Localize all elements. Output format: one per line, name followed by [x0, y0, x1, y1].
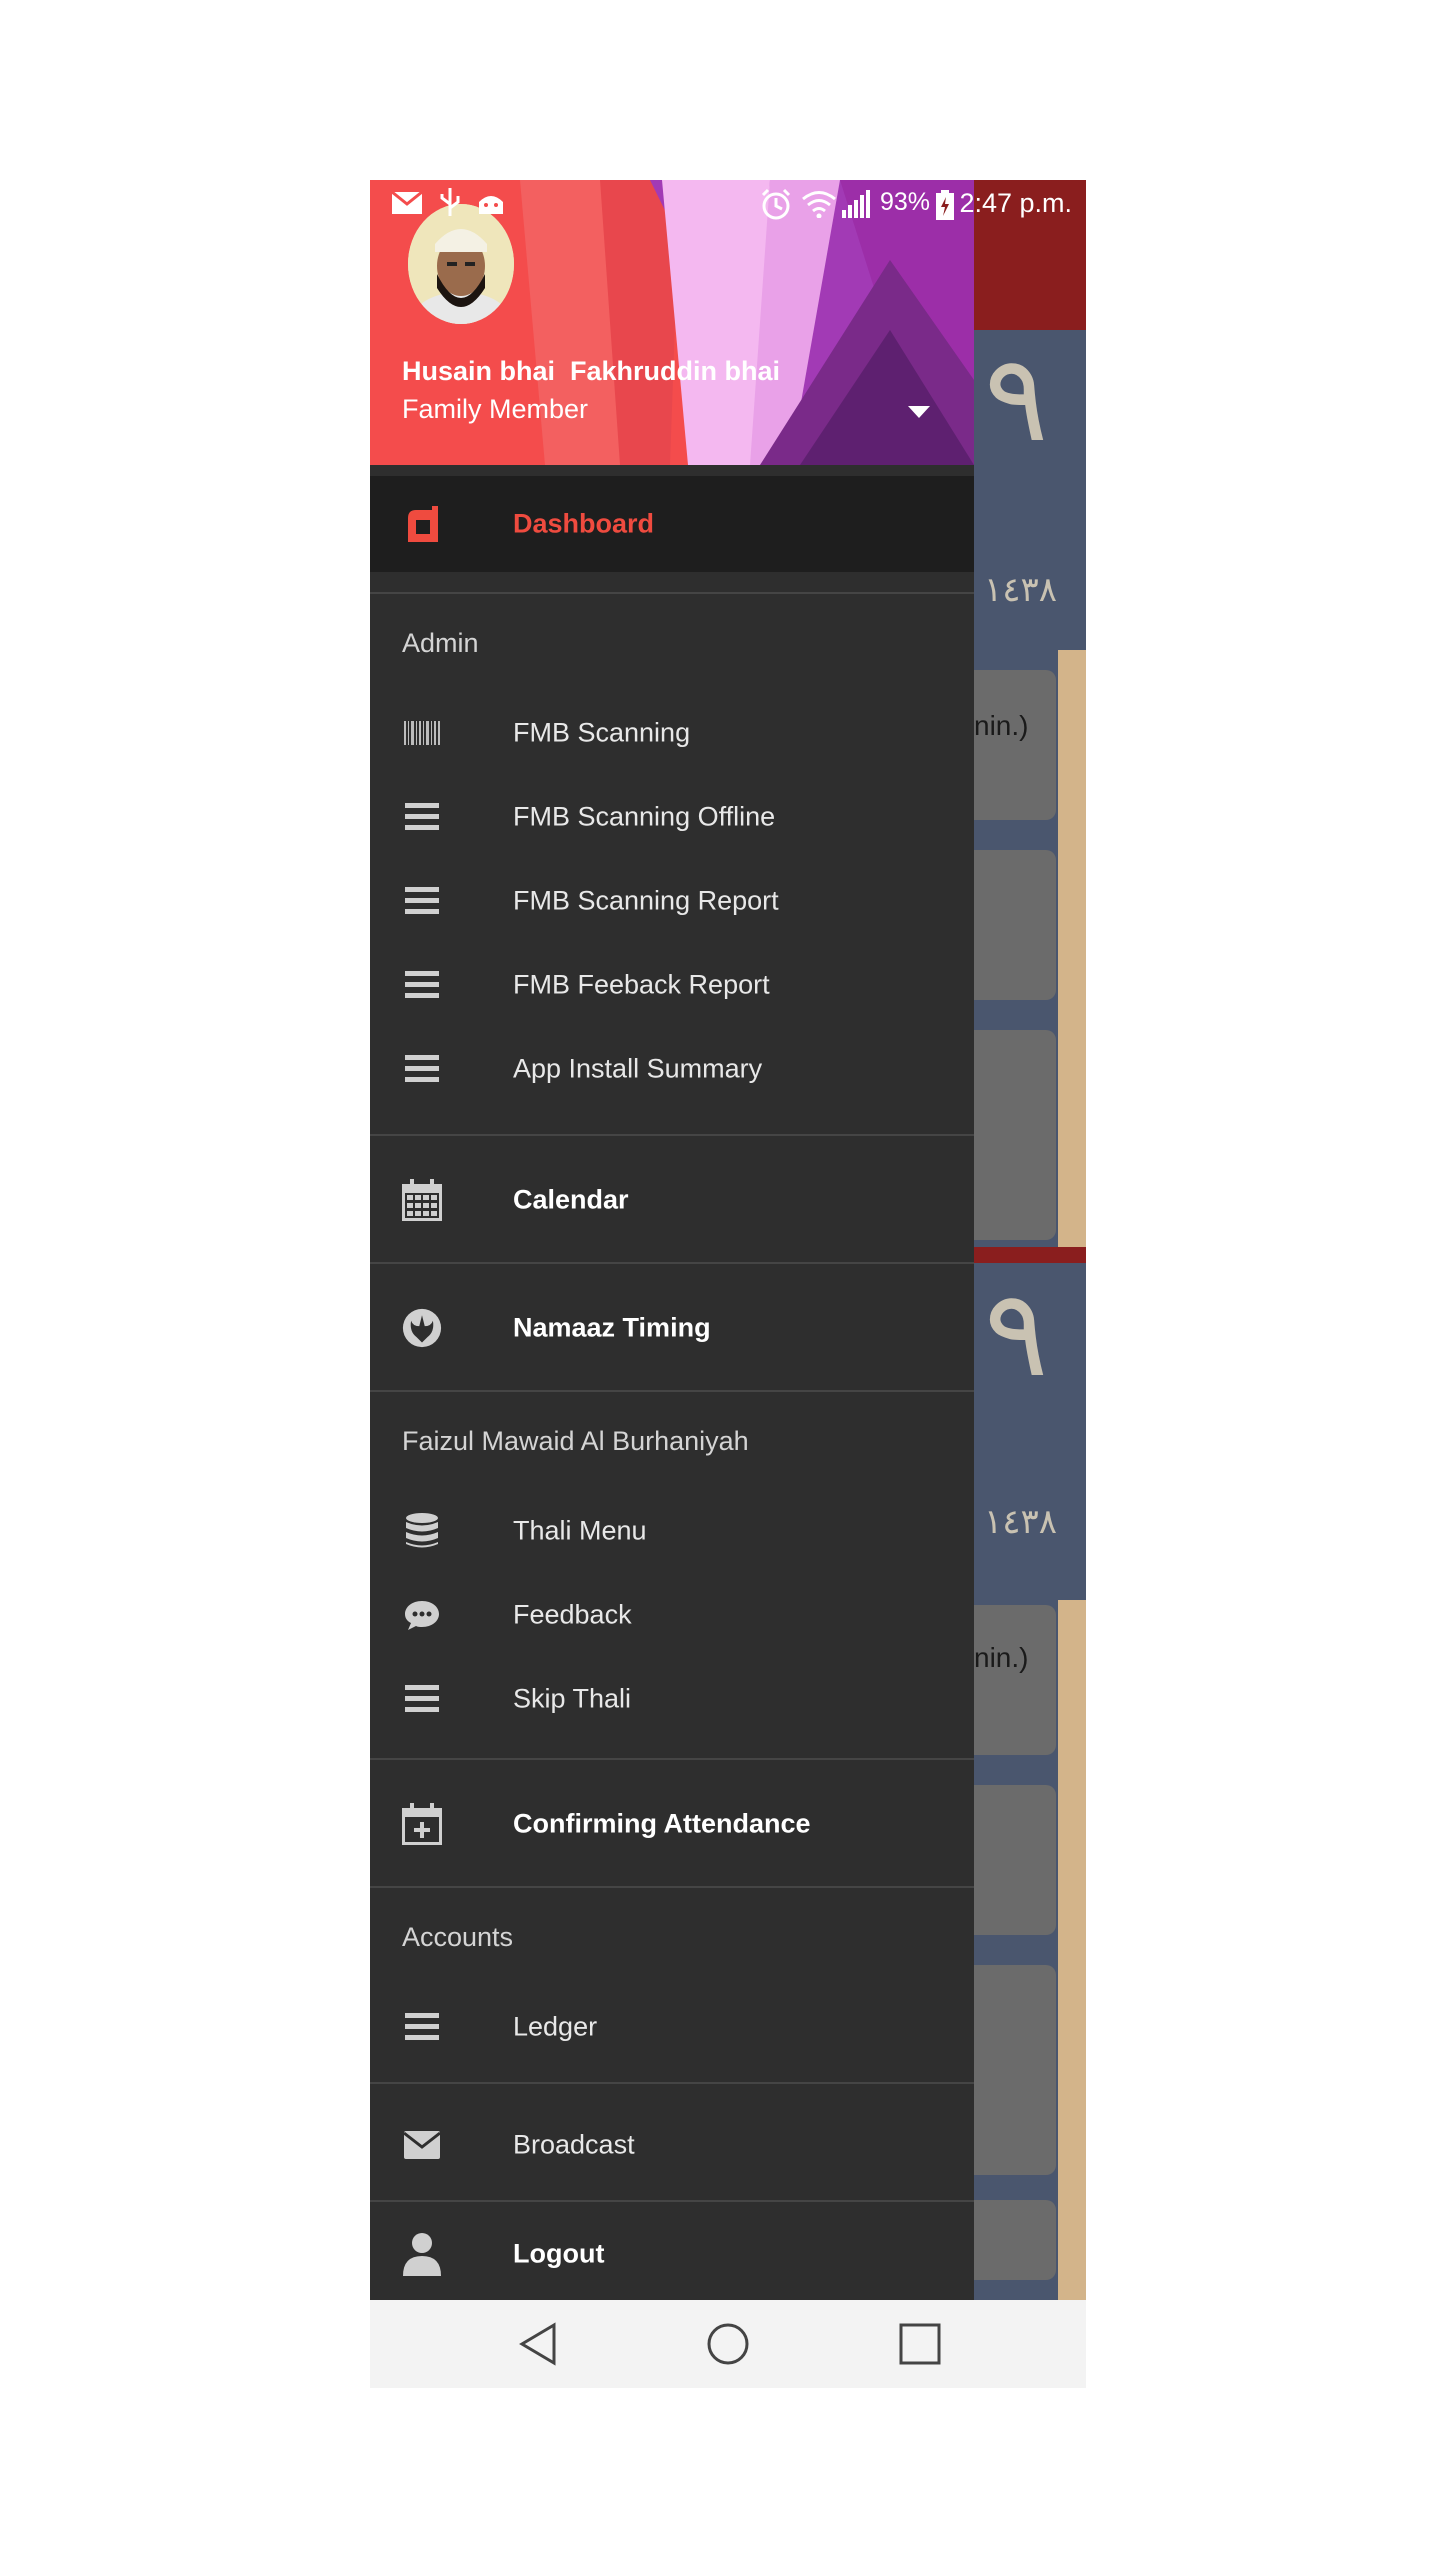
menu-item-confirming-attendance[interactable]: Confirming Attendance: [370, 1766, 974, 1882]
system-navigation-bar: [370, 2300, 1086, 2388]
background-separator: [974, 1247, 1086, 1263]
calendar-plus-icon: [402, 1803, 442, 1845]
phone-screen: ٩ ١٤٣٨ nin.) ٩ ١٤٣٨ nin.) Husain bhai Fa…: [370, 180, 1086, 2388]
background-year-text: ١٤٣٨: [984, 1502, 1058, 1542]
hamburger-list-icon: [402, 965, 442, 1005]
menu-item-label: Namaaz Timing: [513, 1312, 711, 1343]
rebel-alliance-icon: [402, 1308, 442, 1348]
envelope-icon: [402, 2125, 442, 2165]
menu-item-label: Confirming Attendance: [513, 1808, 811, 1839]
battery-percentage: 93%: [880, 188, 931, 216]
menu-item-app-install-summary[interactable]: App Install Summary: [370, 1027, 974, 1111]
alarm-icon: [761, 188, 791, 220]
divider: [370, 1134, 974, 1136]
menu-item-label: Thali Menu: [513, 1515, 647, 1546]
back-icon[interactable]: [518, 2322, 558, 2366]
hamburger-list-icon: [402, 797, 442, 837]
hamburger-list-icon: [402, 881, 442, 921]
divider: [370, 2082, 974, 2084]
divider: [370, 1886, 974, 1888]
menu-item-fmb-scanning[interactable]: FMB Scanning: [370, 691, 974, 775]
background-card: [974, 1030, 1056, 1240]
dashboard-logo-icon: [402, 504, 442, 544]
background-card: [974, 670, 1056, 820]
section-header-admin: Admin: [402, 628, 479, 658]
menu-item-feedback[interactable]: Feedback: [370, 1573, 974, 1657]
divider: [370, 1758, 974, 1760]
menu-item-namaaz-timing[interactable]: Namaaz Timing: [370, 1270, 974, 1386]
background-card: [974, 850, 1056, 1000]
clock: 2:47 p.m.: [959, 188, 1072, 218]
menu-item-skip-thali[interactable]: Skip Thali: [370, 1657, 974, 1741]
database-stack-icon: [402, 1511, 442, 1551]
menu-item-label: FMB Scanning: [513, 717, 691, 748]
divider: [370, 1262, 974, 1264]
signal-strength-icon: [842, 190, 870, 218]
menu-item-label: Logout: [513, 2238, 605, 2269]
menu-item-label: Broadcast: [513, 2129, 635, 2160]
menu-item-ledger[interactable]: Ledger: [370, 1985, 974, 2069]
user-icon: [402, 2233, 442, 2276]
hamburger-list-icon: [402, 2007, 442, 2047]
background-hijri-glyph: ٩: [984, 330, 1049, 469]
menu-item-dashboard[interactable]: Dashboard: [370, 476, 974, 572]
hamburger-list-icon: [402, 1049, 442, 1089]
menu-item-logout[interactable]: Logout: [370, 2208, 974, 2300]
user-name: Husain bhai Fakhruddin bhai: [402, 356, 781, 386]
section-header-faizul-mawaid: Faizul Mawaid Al Burhaniyah: [402, 1426, 749, 1456]
calendar-grid-icon: [402, 1179, 442, 1221]
background-tower-image: [1058, 650, 1086, 1250]
menu-item-label: Dashboard: [513, 508, 655, 539]
section-header-accounts: Accounts: [402, 1922, 514, 1952]
background-card: [974, 2200, 1056, 2280]
home-icon[interactable]: [706, 2322, 750, 2366]
background-card: [974, 1605, 1056, 1755]
menu-item-label: Ledger: [513, 2011, 598, 2042]
background-year-text: ١٤٣٨: [984, 570, 1058, 610]
background-card-text: nin.): [974, 710, 1029, 741]
menu-item-label: FMB Scanning Offline: [513, 801, 776, 832]
user-role: Family Member: [402, 394, 589, 424]
status-bar: 93% 2:47 p.m.: [370, 180, 1086, 230]
menu-item-fmb-scanning-report[interactable]: FMB Scanning Report: [370, 859, 974, 943]
menu-item-label: App Install Summary: [513, 1053, 763, 1084]
divider: [370, 1390, 974, 1392]
background-card: [974, 1965, 1056, 2175]
barcode-icon: [402, 713, 442, 753]
background-card-text: nin.): [974, 1642, 1029, 1673]
menu-item-calendar[interactable]: Calendar: [370, 1142, 974, 1258]
recent-apps-icon[interactable]: [898, 2322, 942, 2366]
usb-notification-icon: [440, 188, 460, 216]
menu-item-label: FMB Feeback Report: [513, 969, 770, 1000]
menu-item-fmb-feedback-report[interactable]: FMB Feeback Report: [370, 943, 974, 1027]
background-card: [974, 1785, 1056, 1935]
divider: [370, 2200, 974, 2202]
menu-item-broadcast[interactable]: Broadcast: [370, 2090, 974, 2200]
background-hijri-glyph: ٩: [984, 1265, 1049, 1404]
android-notification-icon: [479, 196, 503, 214]
menu-item-thali-menu[interactable]: Thali Menu: [370, 1489, 974, 1573]
background-tower-image: [1058, 1600, 1086, 2300]
menu-item-label: Feedback: [513, 1599, 632, 1630]
chat-bubble-icon: [402, 1595, 442, 1635]
hamburger-list-icon: [402, 1679, 442, 1719]
menu-item-label: FMB Scanning Report: [513, 885, 779, 916]
wifi-icon: [802, 191, 836, 218]
divider: [370, 592, 974, 594]
background-app-content: ٩ ١٤٣٨ nin.) ٩ ١٤٣٨ nin.): [974, 180, 1086, 2300]
battery-charging-icon: [936, 190, 954, 220]
menu-item-label: Calendar: [513, 1184, 629, 1215]
gmail-notification-icon: [392, 192, 422, 214]
navigation-drawer: Husain bhai Fakhruddin bhai Family Membe…: [370, 180, 974, 2300]
account-dropdown-icon[interactable]: [908, 406, 930, 418]
menu-item-fmb-scanning-offline[interactable]: FMB Scanning Offline: [370, 775, 974, 859]
menu-item-label: Skip Thali: [513, 1683, 632, 1714]
